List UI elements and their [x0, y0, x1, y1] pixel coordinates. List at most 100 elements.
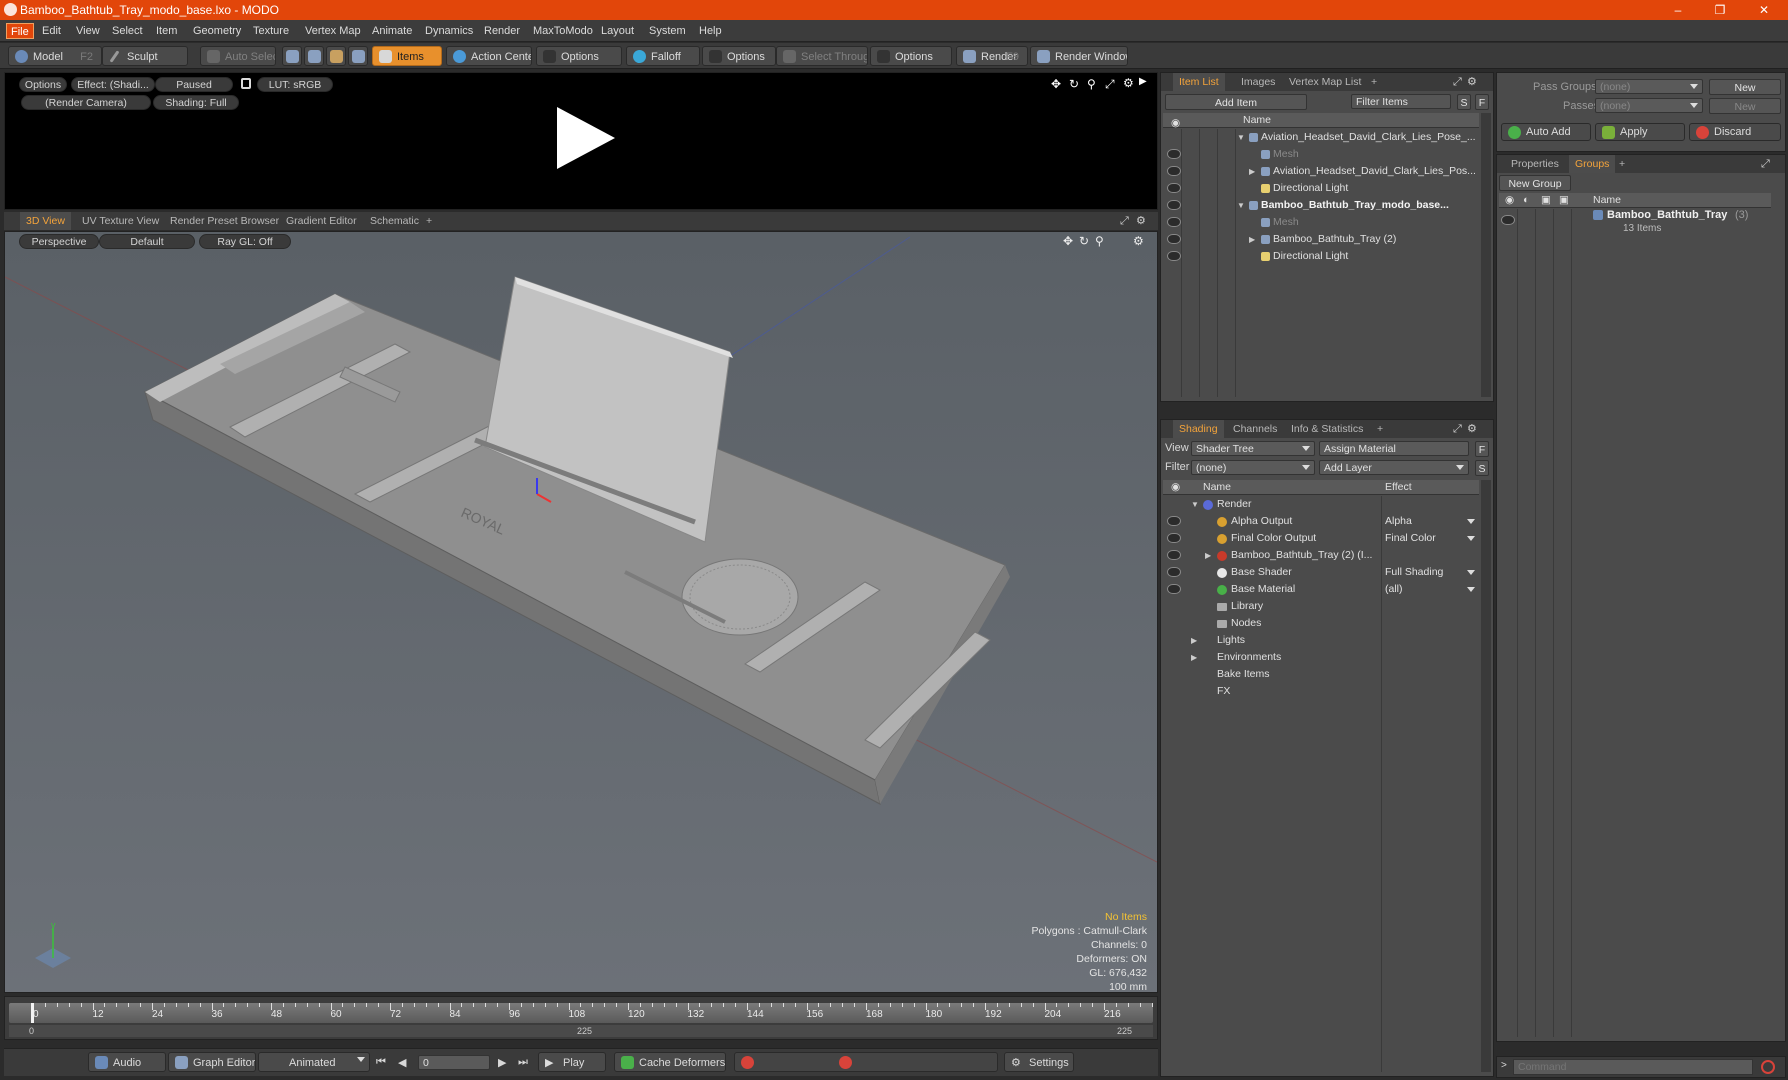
tab-shading[interactable]: Shading [1173, 420, 1224, 438]
zoom-icon[interactable]: ⚲ [1087, 77, 1096, 91]
tab-images[interactable]: Images [1235, 73, 1281, 91]
group-row[interactable]: Bamboo_Bathtub_Tray (3) 13 Items [1499, 209, 1771, 239]
menu-layout[interactable]: Layout [597, 23, 638, 39]
item-row[interactable]: ▼ Aviation_Headset_David_Clark_Lies_Pose_… [1163, 129, 1479, 146]
minimize-button[interactable]: – [1658, 0, 1698, 20]
last-frame-icon[interactable]: ⏭ [518, 1056, 528, 1069]
menu-maxtomodo[interactable]: MaxToModo [529, 23, 597, 39]
add-item-button[interactable]: Add Item [1165, 94, 1307, 110]
eye-icon[interactable] [1501, 215, 1515, 225]
move-icon[interactable]: ✥ [1051, 77, 1061, 91]
timeline[interactable]: 0 12 24 36 48 60 72 84 96 108 120 132 144 156 168 180 19… [4, 996, 1158, 1040]
menu-animate[interactable]: Animate [368, 23, 416, 39]
add-tab-button[interactable]: + [1365, 73, 1383, 91]
eye-icon[interactable] [1167, 533, 1181, 543]
tab-uv-texture-view[interactable]: UV Texture View [76, 212, 165, 230]
name-column-header[interactable]: Name [1203, 480, 1231, 495]
item-row[interactable]: ▼ Bamboo_Bathtub_Tray_modo_base... [1163, 197, 1479, 214]
eye-icon[interactable]: ◉ [1171, 480, 1180, 495]
command-input[interactable] [1513, 1059, 1753, 1075]
item-row[interactable]: Directional Light [1163, 180, 1479, 197]
new-group-button[interactable]: New Group [1499, 175, 1571, 191]
tab-properties[interactable]: Properties [1505, 155, 1565, 173]
item-list-tree[interactable]: ▼ Aviation_Headset_David_Clark_Lies_Pose_… [1163, 129, 1479, 397]
select-edges-button[interactable] [304, 46, 324, 66]
eye-icon[interactable]: ◉ [1505, 193, 1514, 208]
menu-help[interactable]: Help [695, 23, 726, 39]
eye-icon[interactable] [1167, 234, 1181, 244]
select-icon[interactable]: ▣ [1559, 193, 1569, 208]
new-pass-group-button[interactable]: New [1709, 79, 1781, 95]
expand-icon[interactable]: ⤢ [1120, 212, 1129, 230]
model-button[interactable]: Model F2 [8, 46, 102, 66]
current-frame-marker[interactable] [31, 1003, 34, 1023]
expand-icon[interactable]: ⤢ [1453, 420, 1462, 438]
rotate-icon[interactable]: ↻ [1069, 77, 1079, 91]
shading-dropdown[interactable]: Shading: Full [153, 95, 239, 110]
tab-groups[interactable]: Groups [1569, 155, 1616, 173]
tab-channels[interactable]: Channels [1227, 420, 1283, 438]
first-frame-icon[interactable]: ⏮ [376, 1056, 386, 1069]
chevron-down-icon[interactable]: ▼ [1191, 496, 1199, 513]
lut-dropdown[interactable]: LUT: sRGB [257, 77, 333, 92]
items-mode-button[interactable]: Items [372, 46, 442, 66]
menu-texture[interactable]: Texture [249, 23, 293, 39]
new-pass-button[interactable]: New [1709, 98, 1781, 114]
eye-icon[interactable] [1167, 584, 1181, 594]
preview-paused-button[interactable]: Paused [155, 77, 233, 92]
shader-row[interactable]: Base Shader Full Shading [1163, 564, 1479, 581]
menu-file[interactable]: File [6, 23, 34, 39]
shader-effect[interactable]: (all) [1385, 581, 1479, 598]
tab-render-preset-browser[interactable]: Render Preset Browser [164, 212, 285, 230]
shader-row[interactable]: ▶ Lights [1163, 632, 1479, 649]
chevron-right-icon[interactable]: ▶ [1205, 547, 1211, 564]
menu-system[interactable]: System [645, 23, 690, 39]
add-tab-button[interactable]: + [420, 212, 438, 230]
3d-viewport[interactable]: Perspective Default Ray GL: Off ✥ ↻ ⚲ ⚙ … [4, 231, 1158, 993]
settings-button[interactable]: ⚙ Settings [1004, 1052, 1074, 1072]
shader-tree-scrollbar[interactable] [1481, 480, 1491, 1072]
item-row[interactable]: ▶ Bamboo_Bathtub_Tray (2) [1163, 231, 1479, 248]
filter-items-field[interactable]: Filter Items [1351, 94, 1451, 109]
filter-f-button[interactable]: F [1475, 94, 1489, 110]
eye-icon[interactable] [1167, 166, 1181, 176]
sculpt-button[interactable]: Sculpt [102, 46, 188, 66]
shading-f-button[interactable]: F [1475, 441, 1489, 457]
auto-select-button[interactable]: Auto Select [200, 46, 276, 66]
shader-tree[interactable]: ▼ Render Alpha Output Alpha Final Color Outp… [1163, 496, 1479, 1072]
select-materials-button[interactable] [348, 46, 368, 66]
eye-icon[interactable] [1167, 183, 1181, 193]
menu-vertex-map[interactable]: Vertex Map [301, 23, 365, 39]
lock-icon[interactable]: ▣ [1541, 193, 1551, 208]
shader-effect[interactable]: Alpha [1385, 513, 1479, 530]
name-column-header[interactable]: Name [1593, 193, 1621, 208]
pass-groups-dropdown[interactable]: (none) [1595, 79, 1703, 94]
shader-row[interactable]: FX [1163, 683, 1479, 700]
tab-3d-view[interactable]: 3D View [20, 212, 71, 230]
eye-icon[interactable] [1167, 149, 1181, 159]
name-column-header[interactable]: Name [1243, 113, 1271, 128]
passes-dropdown[interactable]: (none) [1595, 98, 1703, 113]
effect-column-header[interactable]: Effect [1385, 480, 1412, 495]
filter-dropdown[interactable]: (none) [1191, 460, 1315, 475]
expand-icon[interactable]: ⤢ [1453, 73, 1462, 91]
chevron-right-icon[interactable]: ▶ [1249, 163, 1255, 180]
chevron-down-icon[interactable]: ▼ [1237, 129, 1245, 146]
chevron-right-icon[interactable]: ▶ [1191, 649, 1197, 666]
maximize-button[interactable]: ❐ [1700, 0, 1740, 20]
menu-view[interactable]: View [72, 23, 104, 39]
menu-arrow-icon[interactable]: ▶ [1139, 76, 1147, 87]
shader-row[interactable]: Library [1163, 598, 1479, 615]
close-button[interactable]: ✕ [1744, 0, 1784, 20]
eye-icon[interactable] [1167, 200, 1181, 210]
gear-icon[interactable]: ⚙ [1136, 212, 1146, 230]
select-through-options-button[interactable]: Options [870, 46, 952, 66]
menu-geometry[interactable]: Geometry [189, 23, 245, 39]
item-list-scrollbar[interactable] [1481, 113, 1491, 397]
expand-icon[interactable]: ⤢ [1761, 155, 1770, 173]
render-window-button[interactable]: Render Window [1030, 46, 1128, 66]
play-icon[interactable] [553, 105, 617, 171]
expand-icon[interactable]: ⤢ [1105, 77, 1115, 92]
eye-icon[interactable] [1167, 567, 1181, 577]
tab-info-statistics[interactable]: Info & Statistics [1285, 420, 1369, 438]
